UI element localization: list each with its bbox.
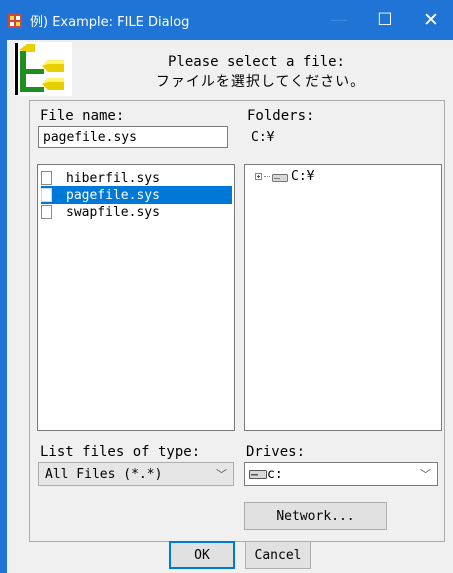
file-list[interactable]: hiberfil.sys pagefile.sys swapfile.sys	[37, 164, 235, 431]
drives-label: Drives:	[246, 444, 306, 460]
window-title: 例) Example: FILE Dialog	[30, 15, 190, 30]
file-type-select[interactable]: All Files (*.*) ﹀	[38, 462, 234, 486]
drives-value: c:	[267, 466, 283, 482]
minimize-button[interactable]: —	[316, 0, 362, 40]
header-prompt-ja: ファイルを選択してください。	[155, 74, 366, 90]
expand-plus-icon[interactable]	[255, 173, 262, 180]
file-icon	[41, 205, 52, 219]
drives-select[interactable]: c: ﹀	[244, 462, 438, 486]
drive-icon	[249, 470, 267, 479]
window-left-border	[0, 40, 7, 573]
maximize-button[interactable]: ☐	[362, 0, 408, 40]
file-name-input[interactable]	[38, 126, 228, 148]
drive-icon	[272, 173, 288, 182]
folder-tree[interactable]: C:¥	[244, 164, 442, 431]
file-type-value: All Files (*.*)	[45, 466, 163, 482]
file-item-label: swapfile.sys	[66, 204, 160, 220]
close-button[interactable]: ✕	[408, 0, 453, 40]
file-icon	[41, 188, 52, 202]
network-button[interactable]: Network...	[244, 502, 387, 530]
file-item-label: hiberfil.sys	[66, 170, 160, 186]
tree-node-label: C:¥	[291, 169, 315, 184]
folders-label: Folders:	[247, 108, 315, 124]
chevron-down-icon: ﹀	[216, 468, 227, 481]
file-item-pagefile[interactable]: pagefile.sys	[41, 186, 232, 204]
file-item-swapfile[interactable]: swapfile.sys	[41, 203, 232, 221]
app-icon	[8, 14, 22, 28]
tree-connector	[264, 175, 270, 178]
list-files-of-type-label: List files of type:	[40, 444, 201, 460]
file-item-hiberfil[interactable]: hiberfil.sys	[41, 169, 232, 187]
current-folder-path: C:¥	[251, 130, 275, 145]
file-name-label: File name:	[40, 108, 125, 124]
tree-node-c-drive[interactable]: C:¥	[255, 169, 314, 184]
ok-button[interactable]: OK	[169, 541, 235, 569]
header-prompt-en: Please select a file:	[167, 54, 345, 70]
file-item-label: pagefile.sys	[66, 187, 160, 203]
cancel-button[interactable]: Cancel	[245, 541, 311, 569]
chevron-down-icon: ﹀	[420, 468, 431, 481]
file-icon	[41, 171, 52, 185]
